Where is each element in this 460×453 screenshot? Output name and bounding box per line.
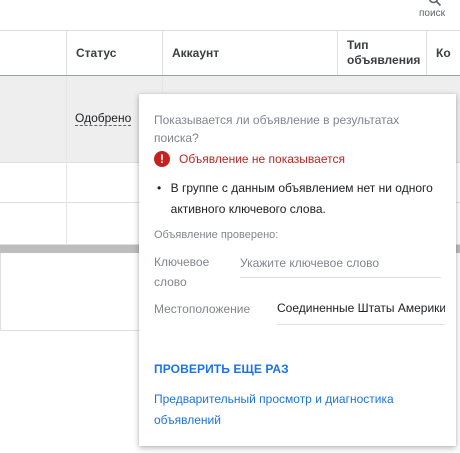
search-label[interactable]: поиск — [419, 8, 445, 19]
reason-text: В группе с данным объявлением нет ни одн… — [170, 181, 433, 216]
location-select[interactable]: Соединенные Штаты Америки — [277, 298, 445, 325]
column-header-status[interactable]: Статус — [66, 31, 163, 75]
column-header-ad-type[interactable]: Тип объявления — [337, 31, 427, 75]
column-divider — [66, 203, 67, 244]
search-icon[interactable] — [428, 0, 442, 8]
column-header-truncated[interactable]: Ко — [426, 31, 460, 75]
column-divider — [66, 76, 67, 162]
top-toolbar: поиск — [0, 0, 460, 30]
alert-text: Объявление не показывается — [179, 152, 345, 166]
table-border — [0, 253, 1, 331]
table-border — [0, 330, 140, 331]
keyword-label: Ключевое слово — [154, 255, 210, 289]
ad-diagnostics-popup: Показывается ли объявление в результатах… — [139, 94, 456, 446]
checked-label: Объявление проверено: — [154, 229, 279, 241]
preview-diagnostics-link[interactable]: Предварительный просмотр и диагностика о… — [154, 389, 444, 431]
popup-question: Показывается ли объявление в результатах… — [154, 113, 400, 145]
status-cell[interactable]: Одобрено — [75, 111, 132, 126]
recheck-button[interactable]: ПРОВЕРИТЬ ЕЩЕ РАЗ — [154, 362, 289, 376]
location-label: Местоположение — [154, 302, 251, 316]
table-header: Статус Аккаунт Тип объявления Ко — [0, 30, 460, 76]
reason-list-item: • В группе с данным объявлением нет ни о… — [154, 178, 444, 220]
column-header-account[interactable]: Аккаунт — [162, 31, 338, 75]
error-icon: ! — [154, 151, 170, 167]
column-divider — [66, 163, 67, 202]
status-alert: ! Объявление не показывается — [154, 151, 345, 167]
keyword-input[interactable] — [240, 252, 441, 278]
bullet-icon: • — [157, 181, 162, 195]
